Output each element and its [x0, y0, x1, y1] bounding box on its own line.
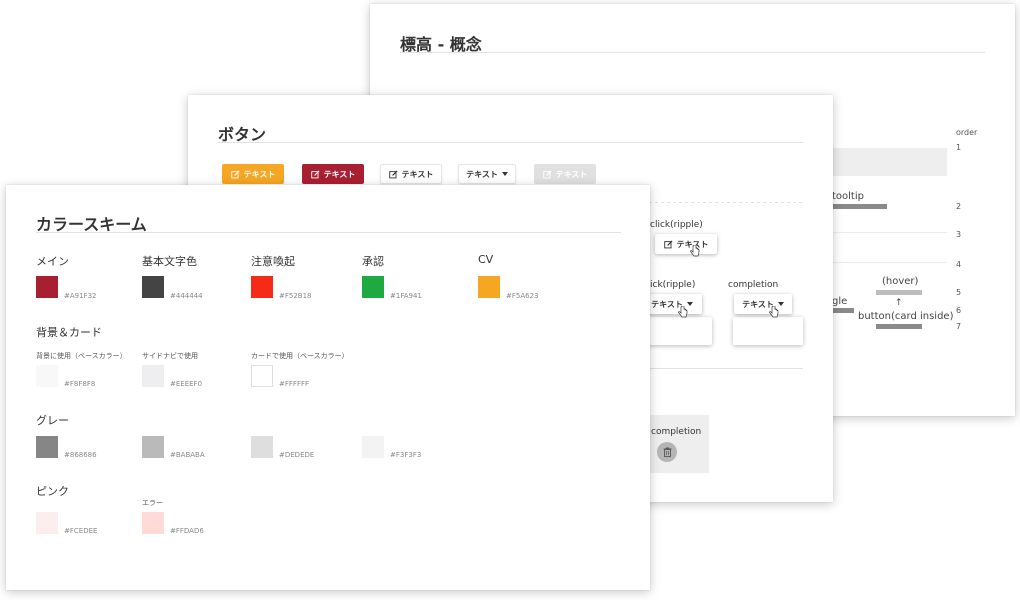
hex-gray-1: #868686 [64, 451, 97, 459]
color-scheme-card: カラースキーム メイン #A91F32 基本文字色 #444444 注意喚起 #… [6, 185, 650, 590]
bg-desc-base: 背景に使用（ベースカラー） [36, 352, 127, 360]
swatch-base-text [142, 276, 164, 298]
swatch-bg-card [251, 365, 273, 387]
button-label: テキスト [401, 169, 434, 179]
tooltip-elevation-bar [832, 204, 887, 209]
tooltip-label: tooltip [832, 191, 864, 202]
ripple-text-button[interactable]: テキスト [655, 234, 717, 254]
edit-icon [542, 169, 552, 178]
order-number-3: 3 [956, 230, 962, 239]
hex-approval: #1FA941 [390, 292, 422, 300]
hex-main: #A91F32 [64, 292, 97, 300]
hex-alert: #F52B18 [279, 292, 312, 300]
card-inside-label: button(card inside) [858, 311, 954, 322]
toggle-label: gle [832, 296, 848, 307]
button-label: テキスト [555, 169, 588, 179]
hex-pink: #FCEDEE [64, 527, 98, 535]
dropdown-menu-panel [733, 317, 803, 345]
completion-label: completion [728, 280, 779, 290]
hex-bg-base: #F8F8F8 [64, 380, 96, 388]
order-number-1: 1 [956, 143, 962, 152]
completion-label-2: completion [651, 427, 702, 437]
pointer-hand-icon [678, 306, 688, 318]
title-divider [218, 142, 803, 143]
color-name-cv: CV [478, 253, 494, 266]
swatch-cv [478, 276, 500, 298]
button-label: テキスト [323, 169, 356, 179]
ick-ripple-label: ick(ripple) [650, 280, 696, 290]
swatch-gray-2 [142, 436, 164, 458]
ripple-dropdown-button[interactable]: テキスト [642, 294, 702, 314]
hex-bg-sidenav: #EEEEF0 [170, 380, 203, 388]
order-number-2: 2 [956, 202, 962, 211]
order-number-4: 4 [956, 260, 962, 269]
swatch-gray-1 [36, 436, 58, 458]
swatch-pink [36, 512, 58, 534]
hex-gray-3: #DEDEDE [279, 451, 315, 459]
card-inside-elevation-bar [876, 324, 922, 329]
hover-elevation-bar [876, 290, 922, 295]
hex-bg-card: #FFFFFF [279, 380, 310, 388]
title-divider [400, 52, 985, 53]
disabled-text-button: テキスト [534, 164, 596, 184]
order-number-6: 6 [956, 306, 962, 315]
swatch-bg-sidenav [142, 365, 164, 387]
click-ripple-label: click(ripple) [650, 220, 703, 230]
divider [832, 232, 947, 233]
color-name-main: メイン [36, 255, 69, 268]
hex-gray-2: #BABABA [170, 451, 205, 459]
button-label: テキスト [466, 169, 498, 179]
arrow-up-icon: ↑ [895, 298, 903, 308]
elevation-level-1-surface [832, 148, 947, 176]
edit-icon [388, 169, 398, 178]
color-name-approval: 承認 [362, 255, 384, 268]
swatch-error [142, 512, 164, 534]
pointer-hand-icon [690, 245, 700, 257]
delete-fab-button[interactable] [657, 442, 677, 462]
divider [643, 368, 803, 369]
hover-label: (hover) [882, 276, 919, 287]
swatch-alert [251, 276, 273, 298]
title-divider [36, 232, 621, 233]
bg-desc-sidenav: サイドナビで使用 [142, 352, 198, 360]
outline-dropdown-button[interactable]: テキスト [458, 164, 516, 184]
bg-desc-card: カードで使用（ベースカラー） [251, 352, 349, 360]
order-number-5: 5 [956, 288, 962, 297]
trash-icon [663, 447, 671, 457]
hex-gray-4: #F3F3F3 [390, 451, 422, 459]
hex-cv: #F5A623 [506, 292, 539, 300]
dashed-divider [643, 202, 803, 203]
color-name-base-text: 基本文字色 [142, 255, 197, 268]
swatch-gray-4 [362, 436, 384, 458]
section-label-background: 背景＆カード [36, 326, 102, 339]
orange-text-button[interactable]: テキスト [222, 164, 284, 184]
swatch-main [36, 276, 58, 298]
completion-dropdown-button[interactable]: テキスト [734, 294, 792, 314]
edit-icon [663, 239, 673, 248]
error-label: エラー [142, 499, 163, 507]
color-name-alert: 注意喚起 [251, 255, 295, 268]
completion-panel [643, 415, 709, 473]
swatch-approval [362, 276, 384, 298]
dropdown-menu-panel [640, 317, 712, 345]
order-number-7: 7 [956, 322, 962, 331]
hex-error: #FFDAD6 [170, 527, 204, 535]
section-label-pink: ピンク [36, 485, 69, 498]
hex-base-text: #444444 [170, 292, 203, 300]
toggle-elevation-bar [832, 308, 854, 313]
edit-icon [230, 169, 240, 178]
pointer-hand-icon [769, 306, 779, 318]
red-text-button[interactable]: テキスト [302, 164, 364, 184]
chevron-down-icon [501, 172, 508, 176]
divider [832, 262, 947, 263]
outline-text-button[interactable]: テキスト [380, 164, 442, 184]
edit-icon [310, 169, 320, 178]
button-label: テキスト [243, 169, 276, 179]
order-header: order [956, 128, 978, 137]
swatch-gray-3 [251, 436, 273, 458]
swatch-bg-base [36, 365, 58, 387]
section-label-gray: グレー [36, 414, 69, 427]
